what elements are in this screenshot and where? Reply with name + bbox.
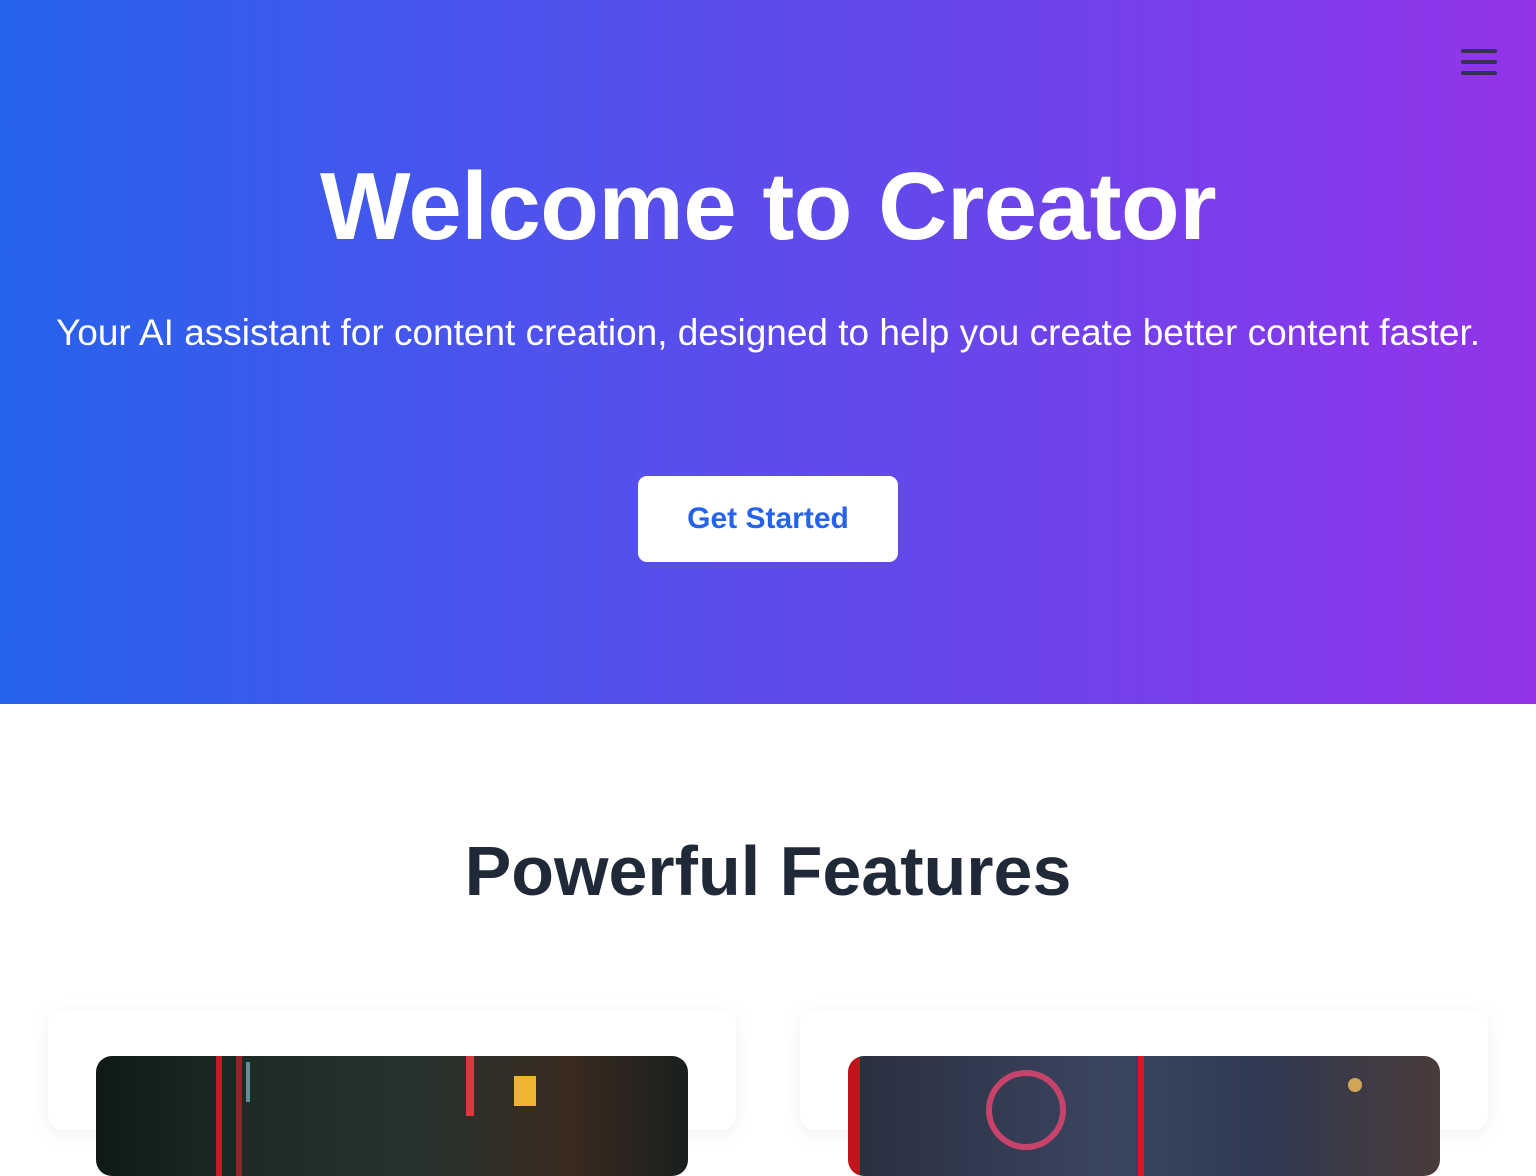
menu-bar bbox=[1461, 60, 1497, 64]
hamburger-menu-icon[interactable] bbox=[1456, 40, 1502, 84]
feature-card[interactable] bbox=[48, 1010, 736, 1176]
feature-card[interactable] bbox=[800, 1010, 1488, 1176]
menu-bar bbox=[1461, 49, 1497, 53]
hero-title: Welcome to Creator bbox=[319, 153, 1217, 260]
features-title: Powerful Features bbox=[464, 832, 1072, 910]
feature-card-image bbox=[848, 1056, 1440, 1176]
hero-subtitle: Your AI assistant for content creation, … bbox=[55, 312, 1481, 353]
hero-section: Welcome to Creator Your AI assistant for… bbox=[0, 0, 1536, 704]
menu-bar bbox=[1461, 71, 1497, 75]
get-started-button[interactable]: Get Started bbox=[638, 476, 898, 562]
feature-card-image bbox=[96, 1056, 688, 1176]
